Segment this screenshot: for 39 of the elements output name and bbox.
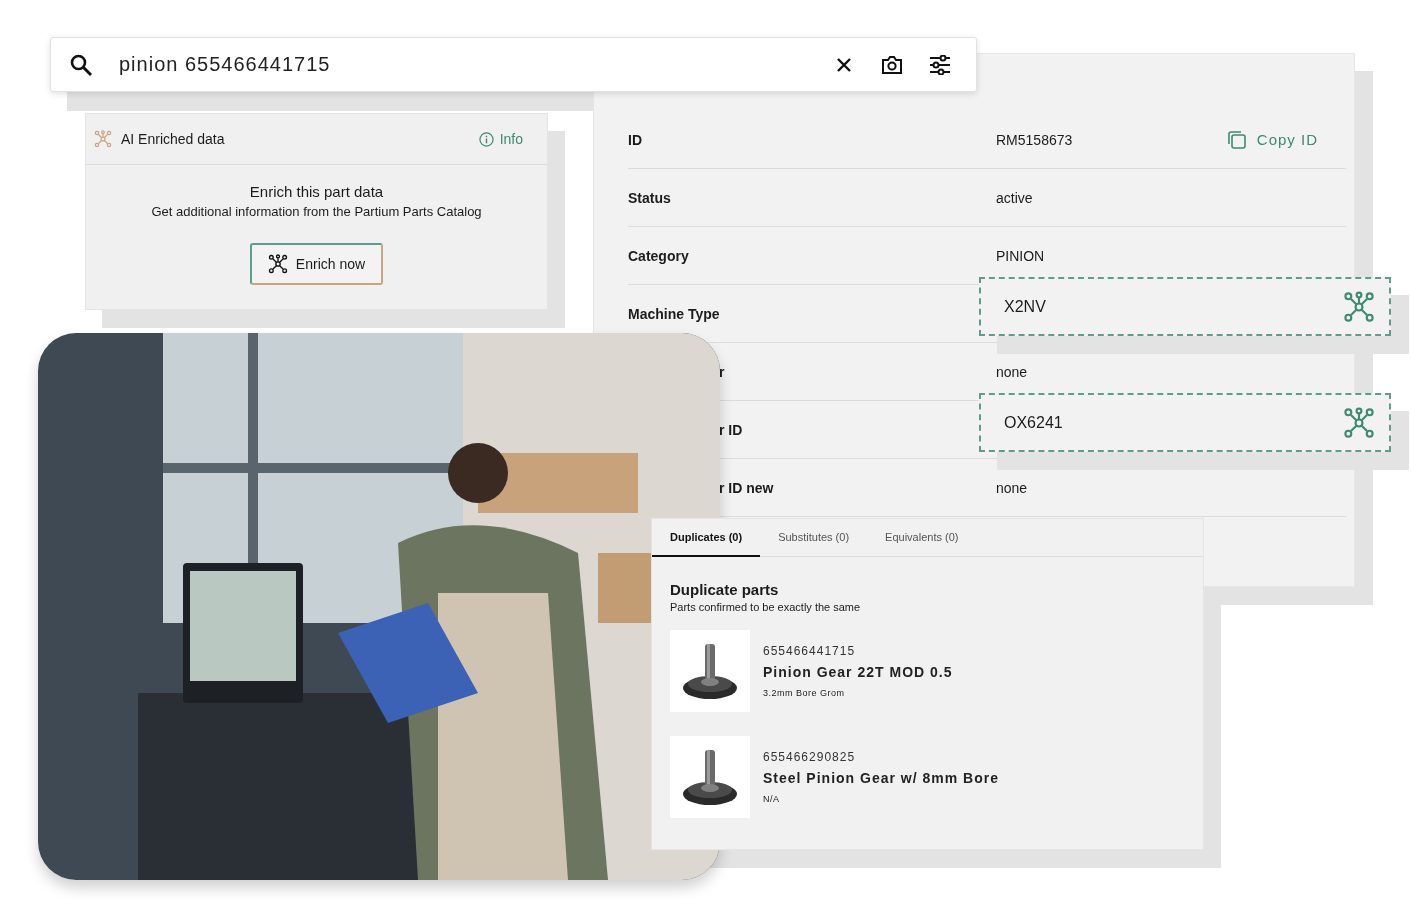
part-name: Pinion Gear 22T MOD 0.5 — [763, 664, 953, 680]
field-value: active — [996, 189, 1034, 206]
part-note: 3.2mm Bore Grom — [763, 688, 846, 698]
field-label: r — [718, 363, 726, 380]
field-value: none — [996, 363, 1029, 380]
camera-icon — [881, 54, 903, 75]
info-icon — [478, 131, 494, 147]
network-icon — [267, 254, 288, 274]
card-heading: Enrich this part data — [249, 183, 384, 200]
tab[interactable]: Equivalents (0) — [867, 519, 977, 557]
field-label: Machine Type — [628, 305, 721, 322]
card-title: AI Enriched data — [121, 131, 226, 147]
search-icon — [69, 52, 93, 77]
network-icon — [94, 130, 112, 148]
tab[interactable]: Substitutes (0) — [760, 519, 868, 557]
sliders-icon — [929, 54, 951, 75]
field-label: Status — [628, 189, 672, 206]
part-number: 655466441715 — [763, 644, 857, 658]
search-field[interactable]: pinion 655466441715 — [105, 52, 814, 77]
card-description: Get additional information from the Partium Parts Catalog — [151, 204, 482, 219]
field-label: r ID — [718, 421, 744, 438]
network-icon — [1343, 406, 1375, 439]
field-value: RM5158673 — [996, 131, 1074, 148]
field-value: none — [996, 479, 1029, 496]
section-subtitle: Parts confirmed to be exactly the same — [670, 601, 862, 613]
part-name: Steel Pinion Gear w/ 8mm Bore — [763, 770, 999, 786]
field-value: PINION — [996, 247, 1046, 264]
info-link[interactable]: Info — [478, 131, 523, 147]
part-number: 655466290825 — [763, 750, 857, 764]
enrich-button[interactable]: Enrich now — [249, 243, 384, 285]
network-icon — [1343, 290, 1375, 323]
copy-icon — [1226, 129, 1247, 150]
part-note: N/A — [763, 794, 781, 804]
close-icon — [836, 56, 852, 73]
field-label: r ID new — [718, 479, 775, 496]
search-bar[interactable]: pinion 655466441715 — [50, 37, 977, 92]
field-label: ID — [628, 131, 643, 148]
copy-button[interactable]: Copy ID — [1226, 129, 1318, 150]
field-label: Category — [628, 247, 690, 264]
